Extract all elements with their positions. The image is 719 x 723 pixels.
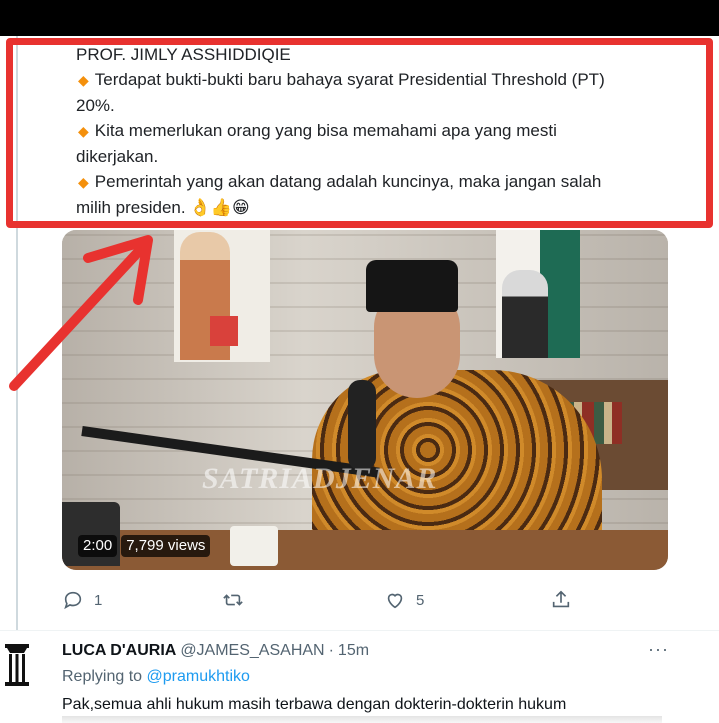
video-views: 7,799 views xyxy=(121,535,211,557)
retweet-action[interactable] xyxy=(222,588,254,612)
tweet-heading: PROF. JIMLY ASSHIDDIQIE xyxy=(76,45,291,64)
tweet-bullet: ◆ Terdapat bukti-bukti baru bahaya syarat… xyxy=(78,70,605,89)
orange-diamond-icon: ◆ xyxy=(78,72,89,88)
avatar[interactable] xyxy=(3,640,31,696)
video-duration: 2:00 xyxy=(78,535,118,557)
tweet-bullet: ◆ Kita memerlukan orang yang bisa memaham… xyxy=(78,121,557,140)
retweet-icon xyxy=(223,594,243,606)
reply-timestamp[interactable]: 15m xyxy=(338,642,369,660)
share-action[interactable] xyxy=(550,588,572,612)
heart-icon xyxy=(387,593,403,609)
reply-text: Pak,semua ahli hukum masih terbawa denga… xyxy=(62,696,567,713)
microphone xyxy=(348,380,376,470)
replying-to: Replying to @pramukhtiko xyxy=(62,668,250,685)
share-icon xyxy=(552,590,570,608)
more-options-icon[interactable]: ··· xyxy=(648,640,670,662)
video-watermark: SATRIADJENAR xyxy=(202,462,438,495)
reply-author-name[interactable]: LUCA D'AURIA xyxy=(62,642,176,660)
reply-author-handle[interactable]: @JAMES_ASAHAN xyxy=(180,642,324,660)
reply-action[interactable]: 1 xyxy=(62,588,102,612)
status-bar xyxy=(0,0,719,36)
reply-count: 1 xyxy=(94,591,103,609)
separator-dot: · xyxy=(328,642,334,659)
tweet-text: PROF. JIMLY ASSHIDDIQIE ◆ Terdapat bukti-… xyxy=(76,42,656,220)
tweet-line: 20%. xyxy=(76,96,115,115)
like-action[interactable]: 5 xyxy=(384,588,424,612)
like-count: 5 xyxy=(416,591,425,609)
mention-link[interactable]: @pramukhtiko xyxy=(147,668,250,685)
reply-header: LUCA D'AURIA @JAMES_ASAHAN · 15m xyxy=(62,640,369,662)
emoji-reactions: 👌👍😁 xyxy=(189,198,250,217)
cut-off-text xyxy=(62,716,662,723)
tweet-line: dikerjakan. xyxy=(76,147,159,166)
tweet-actions: 1 5 xyxy=(62,588,582,612)
mug xyxy=(230,526,278,566)
orange-diamond-icon: ◆ xyxy=(78,174,89,190)
red-arrow-annotation xyxy=(9,235,153,391)
divider xyxy=(0,630,719,631)
reply-icon xyxy=(64,591,82,610)
video-stats: 2:00 7,799 views xyxy=(78,535,211,557)
tweet-bullet: ◆ Pemerintah yang akan datang adalah kunc… xyxy=(78,172,602,191)
orange-diamond-icon: ◆ xyxy=(78,123,89,139)
speaker-peci-hat xyxy=(366,260,458,312)
tweet-line: milih presiden. 👌👍😁 xyxy=(76,198,250,217)
